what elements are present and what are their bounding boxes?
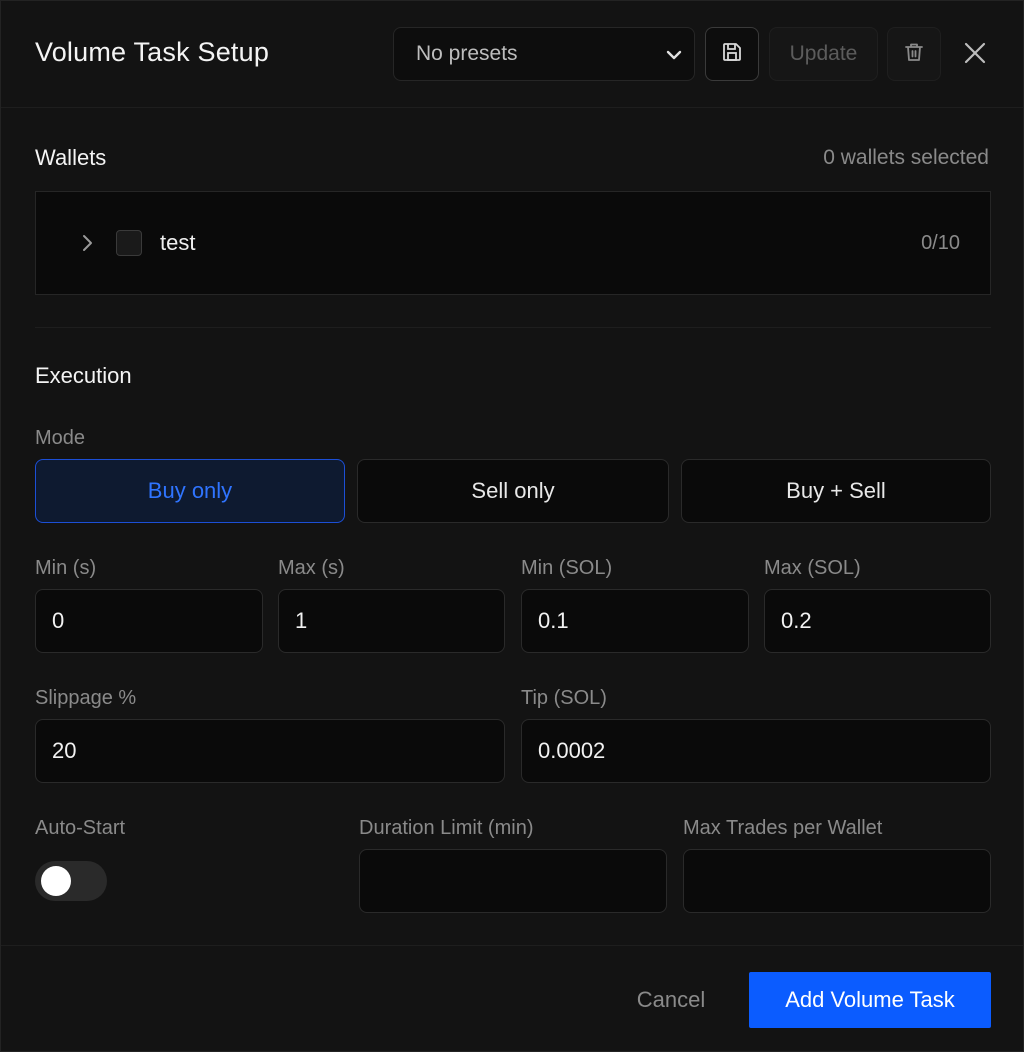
dialog-header: Volume Task Setup No presets Update bbox=[1, 1, 1023, 108]
close-button[interactable] bbox=[959, 39, 991, 71]
auto-start-toggle[interactable] bbox=[35, 861, 107, 901]
preset-select[interactable]: No presets bbox=[393, 27, 695, 81]
max-sol-label: Max (SOL) bbox=[764, 557, 861, 579]
max-trades-label: Max Trades per Wallet bbox=[683, 817, 883, 839]
duration-limit-input[interactable] bbox=[359, 849, 667, 913]
volume-task-dialog: Volume Task Setup No presets Update Wall… bbox=[0, 0, 1024, 1052]
slippage-label: Slippage % bbox=[35, 687, 137, 709]
min-sol-label: Min (SOL) bbox=[521, 557, 613, 579]
tip-input[interactable] bbox=[521, 719, 991, 783]
wallet-group-fraction: 0/10 bbox=[921, 232, 960, 254]
save-icon bbox=[721, 41, 743, 68]
execution-section-title: Execution bbox=[35, 363, 132, 388]
max-sol-input[interactable] bbox=[764, 589, 991, 653]
wallet-group-row: test 0/10 bbox=[36, 192, 990, 294]
section-divider bbox=[35, 327, 991, 328]
dialog-title: Volume Task Setup bbox=[35, 37, 270, 67]
wallet-group-name: test bbox=[160, 230, 196, 255]
mode-label: Mode bbox=[35, 427, 86, 449]
mode-buy-only-button[interactable]: Buy only bbox=[35, 459, 345, 523]
min-seconds-label: Min (s) bbox=[35, 557, 97, 579]
min-sol-input[interactable] bbox=[521, 589, 749, 653]
duration-limit-label: Duration Limit (min) bbox=[359, 817, 534, 839]
toggle-knob bbox=[41, 866, 71, 896]
chevron-right-icon[interactable] bbox=[78, 232, 98, 259]
update-preset-button[interactable]: Update bbox=[769, 27, 878, 81]
preset-select-value: No presets bbox=[416, 42, 518, 65]
add-volume-task-button[interactable]: Add Volume Task bbox=[749, 972, 991, 1028]
max-seconds-input[interactable] bbox=[278, 589, 505, 653]
close-icon bbox=[963, 41, 987, 70]
slippage-input[interactable] bbox=[35, 719, 505, 783]
wallet-group-checkbox[interactable] bbox=[116, 230, 142, 256]
wallets-selected-count: 0 wallets selected bbox=[823, 146, 989, 169]
mode-buy-sell-button[interactable]: Buy + Sell bbox=[681, 459, 991, 523]
wallet-list: test 0/10 bbox=[35, 191, 991, 295]
mode-sell-only-button[interactable]: Sell only bbox=[357, 459, 669, 523]
min-seconds-input[interactable] bbox=[35, 589, 263, 653]
chevron-down-icon bbox=[664, 45, 684, 71]
delete-preset-button[interactable] bbox=[887, 27, 941, 81]
trash-icon bbox=[903, 41, 925, 68]
save-preset-button[interactable] bbox=[705, 27, 759, 81]
tip-label: Tip (SOL) bbox=[521, 687, 607, 709]
max-seconds-label: Max (s) bbox=[278, 557, 345, 579]
auto-start-label: Auto-Start bbox=[35, 817, 126, 839]
dialog-footer: Cancel Add Volume Task bbox=[1, 945, 1023, 1052]
cancel-button[interactable]: Cancel bbox=[613, 972, 729, 1028]
wallets-section-title: Wallets bbox=[35, 145, 107, 170]
max-trades-input[interactable] bbox=[683, 849, 991, 913]
